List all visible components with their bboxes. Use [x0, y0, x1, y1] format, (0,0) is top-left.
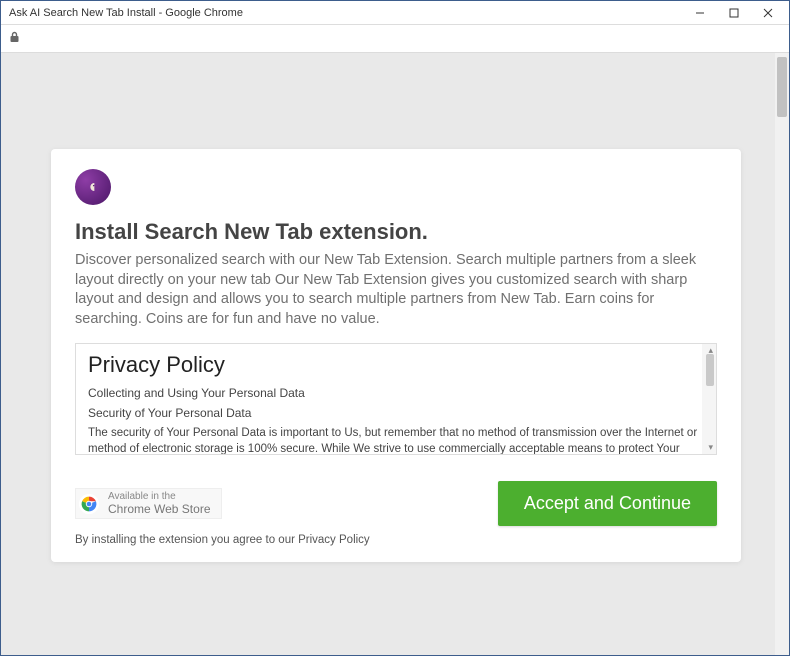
card-heading: Install Search New Tab extension.	[75, 219, 717, 245]
policy-sub2: Security of Your Personal Data	[88, 406, 698, 420]
policy-title: Privacy Policy	[88, 352, 698, 378]
chrome-web-store-badge[interactable]: Available in the Chrome Web Store	[75, 488, 222, 519]
page-scrollbar[interactable]	[775, 53, 789, 655]
store-line2: Chrome Web Store	[108, 503, 211, 517]
card-description: Discover personalized search with our Ne…	[75, 251, 717, 329]
page-scroll-thumb[interactable]	[777, 57, 787, 117]
policy-scrollbar[interactable]: ▴ ▾	[702, 344, 716, 454]
extension-logo-icon	[75, 169, 111, 205]
window-titlebar: Ask AI Search New Tab Install - Google C…	[1, 1, 789, 25]
lock-icon	[9, 31, 20, 46]
install-card: Install Search New Tab extension. Discov…	[51, 149, 741, 562]
policy-sub1: Collecting and Using Your Personal Data	[88, 386, 698, 400]
card-footer-row: Available in the Chrome Web Store Accept…	[75, 481, 717, 526]
store-text: Available in the Chrome Web Store	[108, 491, 211, 516]
page-viewport: pcrisk.com Install Search New Tab extens…	[1, 53, 789, 655]
policy-scroll-thumb[interactable]	[706, 354, 714, 386]
scroll-down-icon[interactable]: ▾	[708, 442, 713, 453]
install-disclaimer: By installing the extension you agree to…	[75, 534, 717, 546]
close-button[interactable]	[751, 2, 785, 24]
address-bar[interactable]	[1, 25, 789, 53]
window-controls	[683, 2, 785, 24]
privacy-policy-box[interactable]: Privacy Policy Collecting and Using Your…	[75, 343, 717, 455]
store-line1: Available in the	[108, 491, 176, 502]
maximize-button[interactable]	[717, 2, 751, 24]
chrome-icon	[78, 493, 100, 515]
minimize-button[interactable]	[683, 2, 717, 24]
accept-continue-button[interactable]: Accept and Continue	[498, 481, 717, 526]
policy-body: The security of Your Personal Data is im…	[88, 426, 698, 455]
window-title: Ask AI Search New Tab Install - Google C…	[9, 7, 683, 19]
